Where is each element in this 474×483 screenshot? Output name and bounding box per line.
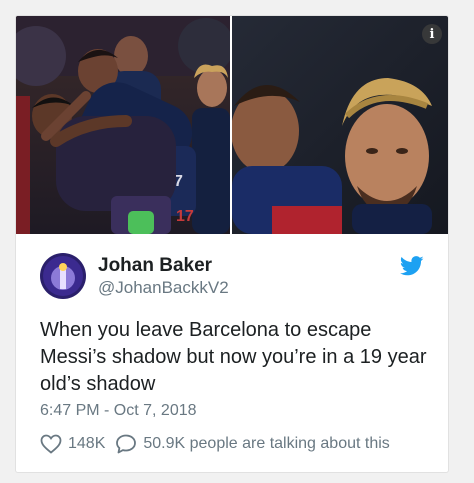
photo-celebration[interactable]: 7 17: [16, 16, 230, 234]
heart-icon: [40, 434, 62, 454]
tweet-text: When you leave Barcelona to escape Messi…: [40, 319, 427, 395]
tweet-timestamp[interactable]: 6:47 PM - Oct 7, 2018: [40, 402, 197, 420]
like-count: 148K: [68, 435, 106, 452]
like-button[interactable]: 148K: [40, 434, 105, 454]
tweet-media[interactable]: 7 17 i: [16, 16, 448, 234]
tweet-card[interactable]: 7 17 i Johan Baker @JohanBackkV2 When yo…: [15, 15, 449, 473]
tweet-author[interactable]: Johan Baker @JohanBackkV2: [40, 253, 229, 299]
tweet-actions: 148K 50.9K people are talking about this: [40, 434, 400, 454]
author-handle[interactable]: @JohanBackkV2: [98, 277, 229, 299]
avatar[interactable]: [40, 253, 86, 299]
speech-bubble-icon: [116, 434, 137, 454]
svg-text:17: 17: [176, 208, 194, 225]
photo-closeup[interactable]: i: [232, 16, 448, 234]
info-icon[interactable]: i: [422, 24, 442, 44]
conversation-link[interactable]: 50.9K people are talking about this: [115, 434, 390, 454]
twitter-bird-icon[interactable]: [399, 256, 424, 281]
author-name[interactable]: Johan Baker: [98, 254, 229, 277]
conversation-text: 50.9K people are talking about this: [143, 435, 390, 452]
